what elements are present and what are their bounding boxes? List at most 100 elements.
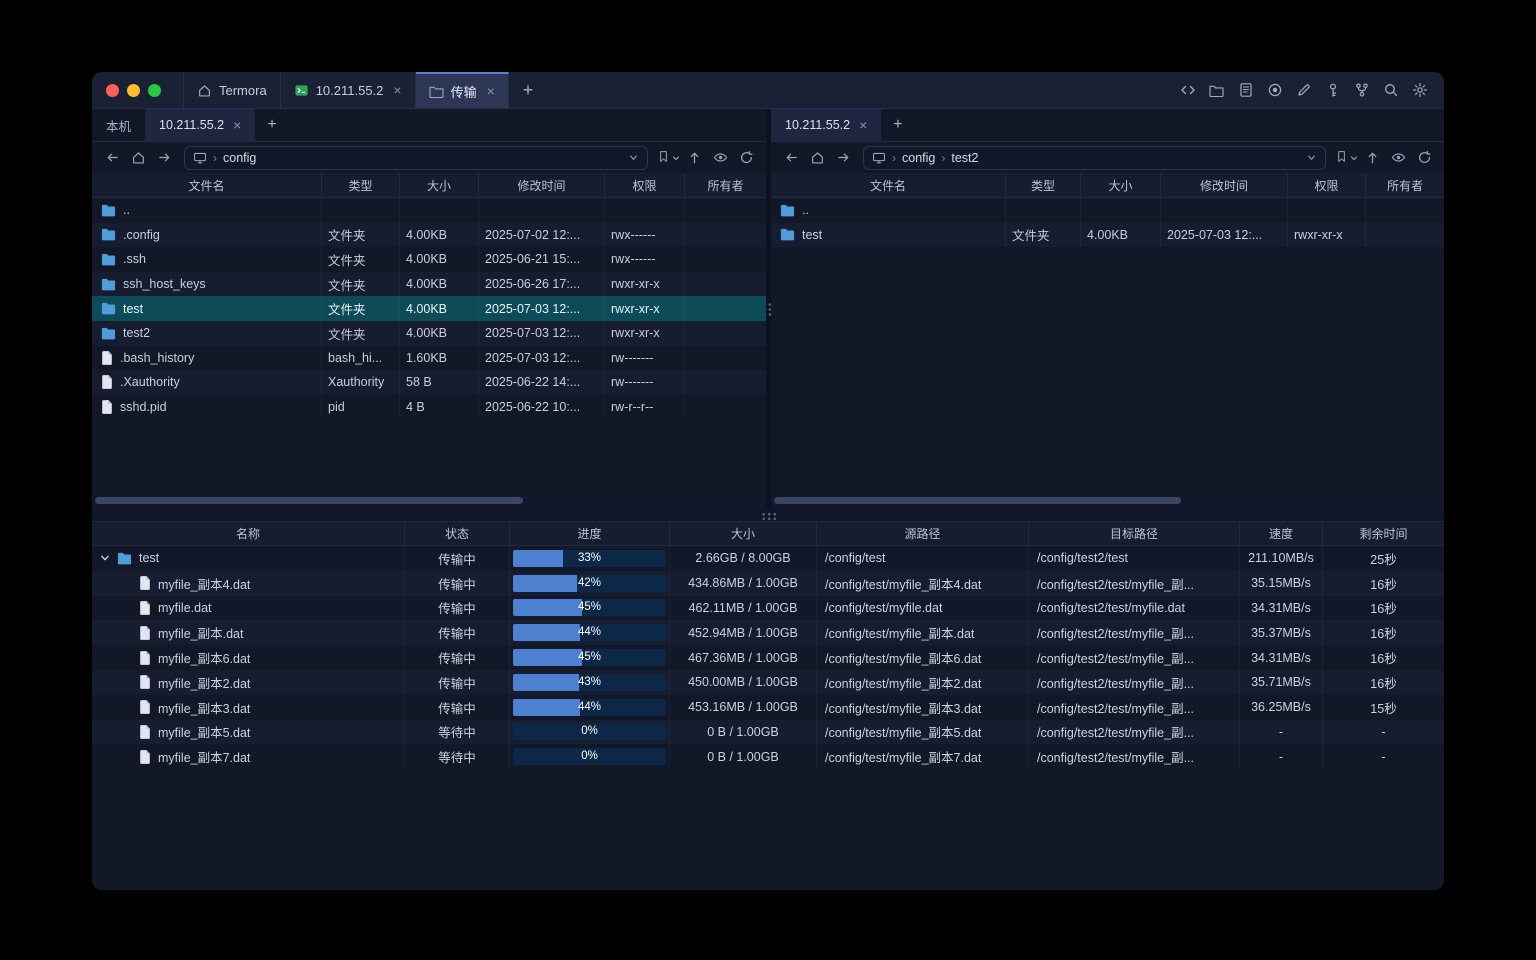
back-button[interactable] (779, 147, 803, 169)
key-icon[interactable] (1320, 78, 1345, 102)
close-tab-icon[interactable]: × (859, 118, 867, 132)
show-hidden-button[interactable] (708, 147, 732, 169)
traffic-lights (92, 72, 183, 108)
tab-local[interactable]: 本机 (92, 109, 145, 141)
file-row[interactable]: .. (771, 198, 1444, 223)
column-header[interactable]: 权限 (605, 173, 685, 197)
scrollbar-thumb[interactable] (95, 497, 523, 504)
file-name-cell: .. (771, 198, 1006, 223)
folder-icon[interactable] (1204, 78, 1229, 102)
zoom-window-button[interactable] (148, 84, 161, 97)
transfer-row[interactable]: myfile_副本4.dat传输中42%434.86MB / 1.00GB/co… (92, 571, 1444, 596)
column-header[interactable]: 修改时间 (1161, 173, 1288, 197)
transfer-row[interactable]: myfile_副本3.dat传输中44%453.16MB / 1.00GB/co… (92, 695, 1444, 720)
column-header[interactable]: 文件名 (92, 173, 322, 197)
close-tab-icon[interactable]: × (233, 118, 241, 132)
column-header[interactable]: 权限 (1288, 173, 1366, 197)
settings-icon[interactable] (1407, 78, 1432, 102)
branch-icon[interactable] (1349, 78, 1374, 102)
scrollbar-thumb[interactable] (774, 497, 1181, 504)
column-header[interactable]: 文件名 (771, 173, 1006, 197)
record-icon[interactable] (1262, 78, 1287, 102)
close-window-button[interactable] (106, 84, 119, 97)
file-row[interactable]: .XauthorityXauthority58 B2025-06-22 14:.… (92, 370, 766, 395)
path-breadcrumb[interactable]: ›config (184, 146, 648, 170)
transfer-row[interactable]: test传输中33%2.66GB / 8.00GB/config/test/co… (92, 546, 1444, 571)
breadcrumb-segment[interactable]: config (223, 151, 256, 165)
transfer-row[interactable]: myfile_副本6.dat传输中45%467.36MB / 1.00GB/co… (92, 645, 1444, 670)
path-breadcrumb[interactable]: ›config›test2 (863, 146, 1326, 170)
column-header[interactable]: 名称 (92, 522, 405, 545)
tab-host-session[interactable]: 10.211.55.2 × (281, 72, 416, 108)
column-header[interactable]: 状态 (405, 522, 510, 545)
file-row[interactable]: test文件夹4.00KB2025-07-03 12:...rwxr-xr-x (771, 223, 1444, 248)
breadcrumb-segment[interactable]: test2 (951, 151, 978, 165)
column-header[interactable]: 大小 (1081, 173, 1161, 197)
file-row[interactable]: test2文件夹4.00KB2025-07-03 12:...rwxr-xr-x (92, 321, 766, 346)
transfer-row[interactable]: myfile_副本.dat传输中44%452.94MB / 1.00GB/con… (92, 620, 1444, 645)
chevron-down-icon[interactable] (628, 152, 639, 163)
breadcrumb-segment[interactable]: config (902, 151, 935, 165)
column-header[interactable]: 速度 (1240, 522, 1323, 545)
host-icon (294, 83, 309, 98)
edit-icon[interactable] (1291, 78, 1316, 102)
file-size: 58 B (400, 370, 479, 395)
column-header[interactable]: 类型 (1006, 173, 1081, 197)
transfer-row[interactable]: myfile_副本2.dat传输中43%450.00MB / 1.00GB/co… (92, 670, 1444, 695)
file-row[interactable]: sshd.pidpid4 B2025-06-22 10:...rw-r--r-- (92, 395, 766, 420)
transfer-name: myfile_副本6.dat (158, 648, 250, 667)
tab-termora[interactable]: Termora (183, 72, 281, 108)
minimize-window-button[interactable] (127, 84, 140, 97)
show-hidden-button[interactable] (1386, 147, 1410, 169)
new-panel-tab-button[interactable]: + (881, 109, 914, 141)
log-icon[interactable] (1233, 78, 1258, 102)
code-icon[interactable] (1175, 78, 1200, 102)
bookmark-button[interactable] (656, 147, 680, 169)
file-permissions: rwxr-xr-x (605, 321, 685, 346)
horizontal-scrollbar[interactable] (774, 497, 1441, 505)
close-tab-icon[interactable]: × (393, 83, 401, 97)
tab-remote[interactable]: 10.211.55.2 × (771, 109, 881, 141)
transfer-row[interactable]: myfile.dat传输中45%462.11MB / 1.00GB/config… (92, 596, 1444, 621)
transfer-splitter[interactable] (92, 509, 1444, 521)
file-row[interactable]: test文件夹4.00KB2025-07-03 12:...rwxr-xr-x (92, 296, 766, 321)
file-row[interactable]: .ssh文件夹4.00KB2025-06-21 15:...rwx------ (92, 247, 766, 272)
parent-directory-button[interactable] (682, 147, 706, 169)
parent-directory-button[interactable] (1360, 147, 1384, 169)
column-header[interactable]: 所有者 (685, 173, 766, 197)
file-row[interactable]: .. (92, 198, 766, 223)
forward-button[interactable] (152, 147, 176, 169)
column-header[interactable]: 大小 (670, 522, 817, 545)
forward-button[interactable] (831, 147, 855, 169)
home-button[interactable] (805, 147, 829, 169)
collapse-chevron-icon[interactable] (100, 553, 110, 563)
column-header[interactable]: 源路径 (817, 522, 1029, 545)
new-panel-tab-button[interactable]: + (255, 109, 288, 141)
bookmark-button[interactable] (1334, 147, 1358, 169)
transfer-name: myfile.dat (158, 601, 212, 615)
file-row[interactable]: .config文件夹4.00KB2025-07-02 12:...rwx----… (92, 223, 766, 248)
home-button[interactable] (126, 147, 150, 169)
new-tab-button[interactable]: + (509, 72, 548, 108)
file-row[interactable]: .bash_historybash_hi...1.60KB2025-07-03 … (92, 346, 766, 371)
refresh-button[interactable] (1412, 147, 1436, 169)
column-header[interactable]: 类型 (322, 173, 400, 197)
column-header[interactable]: 大小 (400, 173, 479, 197)
column-header[interactable]: 所有者 (1366, 173, 1444, 197)
column-header[interactable]: 进度 (510, 522, 670, 545)
file-name-cell: test (771, 223, 1006, 248)
transfer-row[interactable]: myfile_副本5.dat等待中0%0 B / 1.00GB/config/t… (92, 720, 1444, 745)
tab-transfer[interactable]: 传输 × (416, 72, 509, 108)
transfer-row[interactable]: myfile_副本7.dat等待中0%0 B / 1.00GB/config/t… (92, 744, 1444, 769)
column-header[interactable]: 修改时间 (479, 173, 605, 197)
horizontal-scrollbar[interactable] (95, 497, 763, 505)
tab-remote[interactable]: 10.211.55.2 × (145, 109, 255, 141)
column-header[interactable]: 剩余时间 (1323, 522, 1444, 545)
refresh-button[interactable] (734, 147, 758, 169)
column-header[interactable]: 目标路径 (1029, 522, 1240, 545)
search-icon[interactable] (1378, 78, 1403, 102)
close-tab-icon[interactable]: × (487, 84, 495, 98)
file-row[interactable]: ssh_host_keys文件夹4.00KB2025-06-26 17:...r… (92, 272, 766, 297)
chevron-down-icon[interactable] (1306, 152, 1317, 163)
back-button[interactable] (100, 147, 124, 169)
